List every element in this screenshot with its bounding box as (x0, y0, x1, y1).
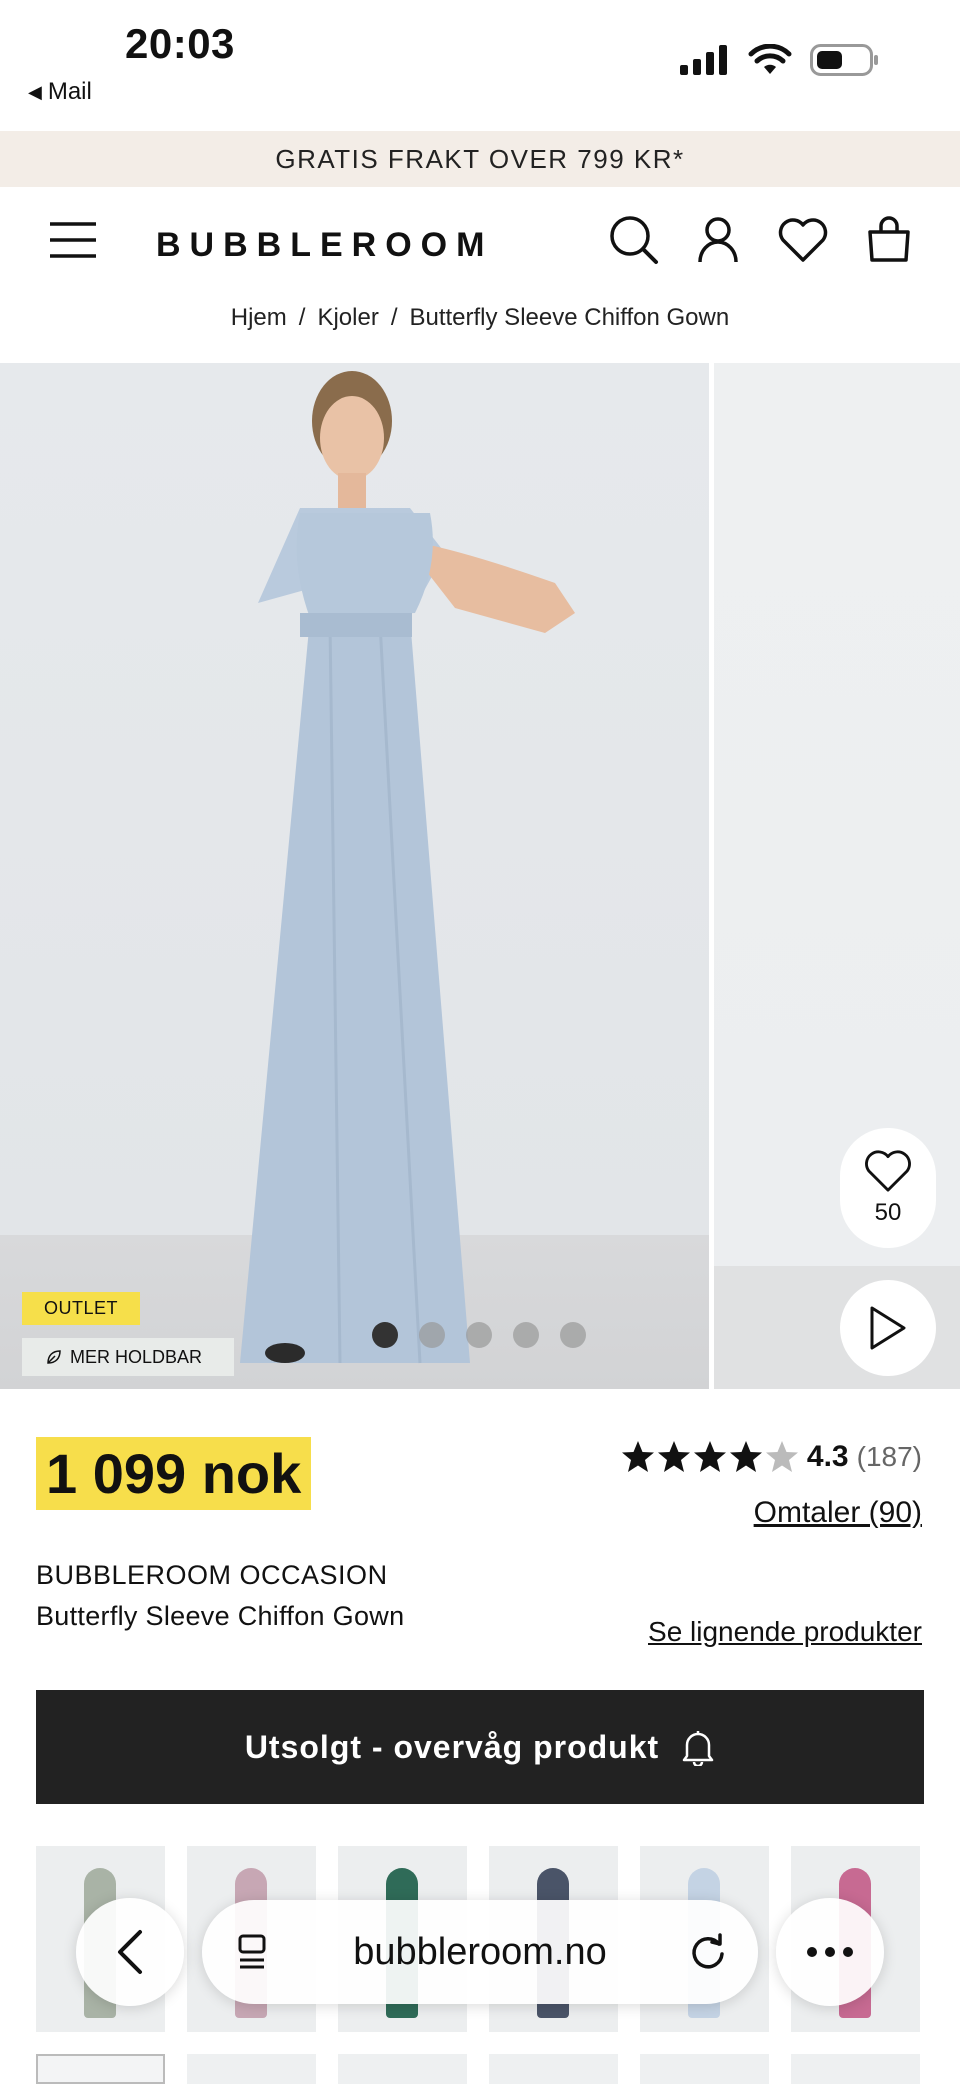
product-brand[interactable]: BUBBLEROOM OCCASION (36, 1560, 388, 1591)
breadcrumb-separator: / (390, 304, 398, 331)
leaf-icon (47, 1350, 61, 1364)
status-icons (680, 44, 880, 76)
rating-score: 4.3 (806, 1440, 849, 1473)
play-video-button[interactable] (840, 1280, 936, 1376)
carousel-dot[interactable] (560, 1322, 586, 1348)
carousel-dots (372, 1322, 586, 1348)
reviews-link[interactable]: Omtaler (90) (754, 1496, 922, 1530)
carousel-dot[interactable] (419, 1322, 445, 1348)
variant-thumbnail[interactable] (791, 2054, 920, 2084)
price: 1 099 nok (36, 1437, 312, 1510)
product-image-next[interactable] (714, 363, 960, 1389)
outlet-badge: OUTLET (22, 1292, 141, 1325)
play-icon (870, 1306, 906, 1350)
carousel-dot[interactable] (372, 1322, 398, 1348)
product-name: Butterfly Sleeve Chiffon Gown (36, 1601, 405, 1631)
chevron-left-icon (118, 1930, 142, 1974)
color-variants-row-2 (36, 2054, 920, 2084)
rating[interactable]: 4.3 (187) (621, 1440, 922, 1474)
variant-thumbnail[interactable] (489, 2054, 618, 2084)
promo-banner[interactable]: GRATIS FRAKT OVER 799 KR* (0, 131, 960, 187)
search-icon[interactable] (606, 212, 662, 268)
favorite-count: 50 (874, 1199, 902, 1226)
carousel-dot[interactable] (513, 1322, 539, 1348)
product-image-main[interactable] (0, 363, 709, 1389)
similar-products-link[interactable]: Se lignende produkter (648, 1616, 922, 1648)
watch-product-button[interactable]: Utsolgt - overvåg produkt (36, 1690, 924, 1804)
address-bar[interactable]: bubbleroom.no (202, 1900, 758, 2004)
status-time: 20:03 (125, 20, 235, 67)
heart-icon[interactable] (775, 212, 831, 268)
breadcrumb-home[interactable]: Hjem (231, 304, 287, 331)
back-app-label: Mail (47, 78, 92, 105)
variant-thumbnail[interactable] (640, 2054, 769, 2084)
brand-logo[interactable]: BUBBLEROOM (156, 226, 493, 265)
sustainable-badge: MER HOLDBAR (22, 1338, 234, 1376)
bag-icon[interactable] (861, 212, 917, 268)
signal-icon (680, 45, 727, 75)
battery-icon (810, 44, 878, 76)
back-triangle-icon: ◀ (28, 81, 42, 102)
sustainable-badge-label: MER HOLDBAR (70, 1346, 203, 1367)
account-icon[interactable] (690, 212, 746, 268)
rating-count: (187) (856, 1441, 922, 1472)
variant-thumbnail[interactable] (187, 2054, 316, 2084)
bell-icon (682, 1731, 714, 1766)
watch-product-label: Utsolgt - overvåg produkt (244, 1728, 660, 1765)
tabs-icon (238, 1934, 266, 1969)
model-in-dress-image (240, 371, 575, 1364)
browser-back-button[interactable] (76, 1898, 184, 2006)
breadcrumb-dresses[interactable]: Kjoler (317, 304, 378, 331)
favorite-button[interactable]: 50 (840, 1128, 936, 1248)
heart-icon (865, 1150, 911, 1192)
breadcrumb-separator: / (298, 304, 306, 331)
menu-icon[interactable] (45, 212, 101, 268)
more-dots-icon (807, 1947, 853, 1957)
wifi-icon (748, 44, 792, 74)
url-text: bubbleroom.no (353, 1930, 607, 1973)
breadcrumb: Hjem / Kjoler / Butterfly Sleeve Chiffon Gow… (0, 304, 960, 332)
reload-icon[interactable] (688, 1932, 728, 1972)
variant-thumbnail[interactable] (338, 2054, 467, 2084)
more-options-button[interactable] (776, 1898, 884, 2006)
breadcrumb-current[interactable]: Butterfly Sleeve Chiffon Gown (409, 304, 729, 331)
variant-thumbnail[interactable] (36, 2054, 165, 2084)
back-to-mail[interactable]: ◀ Mail (28, 78, 92, 106)
carousel-dot[interactable] (466, 1322, 492, 1348)
rating-stars-icon (621, 1441, 798, 1472)
